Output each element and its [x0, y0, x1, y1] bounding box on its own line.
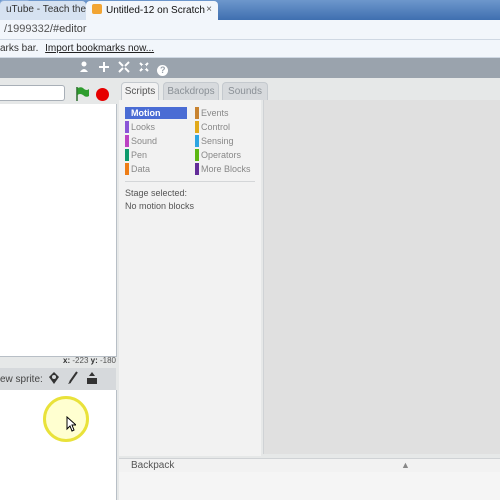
- y-value: -180: [99, 356, 116, 365]
- browser-tab-scratch[interactable]: Untitled-12 on Scratch ×: [86, 1, 218, 20]
- upload-sprite-icon[interactable]: [86, 371, 98, 385]
- category-operators[interactable]: Operators: [195, 149, 257, 161]
- sprite-library-icon[interactable]: [48, 371, 60, 385]
- url-fragment: /#editor: [49, 23, 87, 35]
- grow-icon[interactable]: [117, 61, 131, 75]
- duplicate-icon[interactable]: [77, 61, 91, 75]
- category-label: Events: [201, 108, 229, 118]
- new-sprite-label: ew sprite:: [0, 374, 43, 385]
- category-pen[interactable]: Pen: [125, 149, 187, 161]
- stage-canvas[interactable]: [0, 104, 117, 357]
- category-more-blocks[interactable]: More Blocks: [195, 163, 257, 175]
- category-label: More Blocks: [201, 164, 251, 174]
- category-swatch: [125, 121, 129, 133]
- category-label: Sensing: [201, 136, 234, 146]
- mouse-pointer-icon: [66, 415, 78, 435]
- scratch-favicon-icon: [92, 4, 102, 14]
- import-bookmarks-link[interactable]: Import bookmarks now...: [45, 43, 154, 54]
- help-icon[interactable]: ?: [157, 65, 169, 76]
- paint-brush-icon[interactable]: [67, 371, 79, 385]
- category-label: Operators: [201, 150, 242, 160]
- cut-icon[interactable]: [97, 61, 111, 75]
- category-label: Sound: [131, 136, 158, 146]
- tab-title: uTube - Teach the: [6, 4, 86, 15]
- category-control[interactable]: Control: [195, 121, 257, 133]
- scratch-menu-bar: ?: [0, 58, 500, 78]
- category-motion[interactable]: Motion: [125, 107, 187, 119]
- new-sprite-bar: ew sprite:: [0, 368, 116, 400]
- category-label: Motion: [131, 108, 161, 118]
- tab-scripts[interactable]: Scripts: [121, 82, 159, 100]
- category-swatch: [195, 121, 199, 133]
- browser-tab-youtube[interactable]: uTube - Teach the: [0, 1, 86, 20]
- bookmarks-text: arks bar.: [0, 43, 39, 54]
- tab-sounds[interactable]: Sounds: [222, 82, 268, 100]
- category-looks[interactable]: Looks: [125, 121, 187, 133]
- green-flag-icon[interactable]: [74, 86, 90, 105]
- tab-title: Untitled-12 on Scratch: [106, 5, 205, 16]
- mouse-coordinates: x: -223 y: -180: [0, 356, 116, 368]
- url-path: /1999332: [4, 23, 50, 35]
- category-label: Data: [131, 164, 151, 174]
- no-blocks-message: No motion blocks: [125, 201, 195, 211]
- y-label: y:: [90, 356, 98, 365]
- project-title-field[interactable]: [0, 85, 65, 101]
- close-tab-icon[interactable]: ×: [206, 4, 212, 15]
- category-data[interactable]: Data: [125, 163, 187, 175]
- stage-selected-label: Stage selected:: [125, 188, 188, 198]
- address-bar[interactable]: /1999332/#editor: [0, 20, 500, 40]
- cursor-tools: ?: [77, 61, 171, 76]
- palette-divider: [125, 181, 255, 182]
- x-value: -223: [72, 356, 89, 365]
- stop-icon[interactable]: [96, 88, 109, 101]
- bookmarks-bar: arks bar. Import bookmarks now...: [0, 40, 500, 58]
- category-swatch: [195, 149, 199, 161]
- scripts-area[interactable]: [263, 100, 500, 454]
- tab-backdrops[interactable]: Backdrops: [163, 82, 219, 100]
- category-label: Looks: [131, 122, 156, 132]
- expand-arrow-icon[interactable]: ▲: [401, 460, 410, 470]
- shrink-icon[interactable]: [137, 61, 151, 75]
- category-sound[interactable]: Sound: [125, 135, 187, 147]
- category-label: Control: [201, 122, 231, 132]
- category-swatch: [125, 163, 129, 175]
- category-sensing[interactable]: Sensing: [195, 135, 257, 147]
- backpack-content: [119, 472, 500, 500]
- category-swatch: [125, 135, 129, 147]
- browser-tab-strip: uTube - Teach the Untitled-12 on Scratch…: [0, 0, 500, 20]
- category-label: Pen: [131, 150, 148, 160]
- category-swatch: [195, 135, 199, 147]
- category-swatch: [195, 163, 199, 175]
- category-swatch: [125, 149, 129, 161]
- category-swatch: [195, 107, 199, 119]
- backpack-bar[interactable]: Backpack ▲: [119, 458, 500, 473]
- backpack-label: Backpack: [131, 460, 175, 471]
- category-events[interactable]: Events: [195, 107, 257, 119]
- x-label: x:: [63, 356, 71, 365]
